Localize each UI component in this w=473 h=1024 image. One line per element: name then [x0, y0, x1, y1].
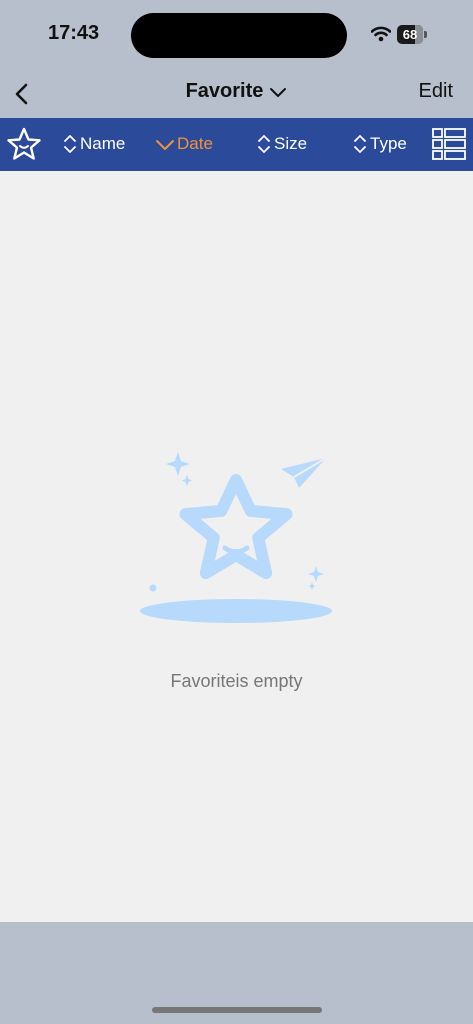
chevron-down-icon	[156, 140, 174, 150]
sort-updown-icon	[258, 135, 270, 153]
sort-label-date: Date	[177, 134, 213, 153]
star-icon[interactable]	[4, 125, 44, 165]
edit-button[interactable]: Edit	[419, 80, 453, 103]
status-time: 17:43	[48, 22, 100, 44]
home-indicator[interactable]	[152, 1007, 322, 1013]
dynamic-island	[131, 13, 347, 58]
sort-label-name: Name	[80, 134, 126, 153]
folder-selector[interactable]: Favorite	[186, 80, 288, 103]
sort-updown-icon	[64, 135, 76, 153]
status-bar: 17:43 68	[0, 0, 473, 70]
sort-by-type[interactable]: Type	[352, 133, 407, 155]
sort-by-size[interactable]: Size	[256, 133, 307, 155]
bottom-bar	[0, 922, 473, 1024]
list-grid-icon[interactable]	[431, 126, 467, 162]
sort-label-size: Size	[274, 134, 308, 153]
sort-by-name[interactable]: Name	[62, 133, 125, 155]
nav-bar: Favorite Edit	[0, 70, 473, 118]
sort-updown-icon	[354, 135, 366, 153]
sort-label-type: Type	[370, 134, 407, 153]
smiling-star-icon	[140, 452, 332, 623]
sort-toolbar: Name Date Size Type	[0, 118, 473, 171]
battery-indicator: 68	[397, 25, 427, 44]
empty-message: Favoriteis empty	[170, 671, 303, 691]
page-title: Favorite	[185, 80, 264, 102]
chevron-down-icon	[270, 87, 287, 97]
battery-level: 68	[402, 27, 418, 42]
wifi-icon	[371, 26, 391, 42]
sort-by-date[interactable]: Date	[155, 133, 213, 155]
